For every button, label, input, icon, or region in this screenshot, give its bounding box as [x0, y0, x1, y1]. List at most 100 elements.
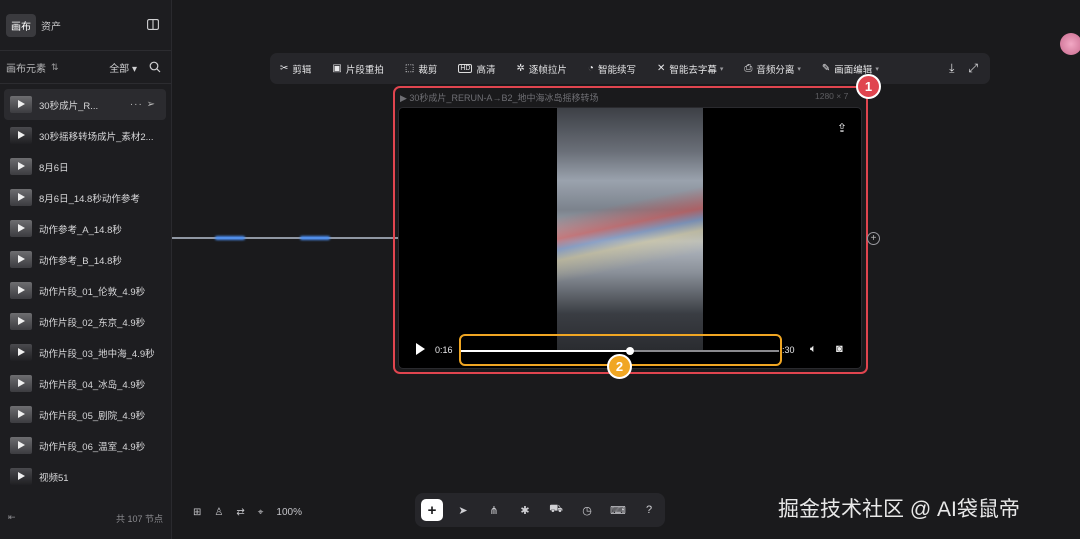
list-item[interactable]: 30秒成片_R... ··· ➢ [4, 89, 166, 120]
chevron-down-icon: ▾ [797, 65, 801, 73]
item-actions[interactable]: ··· ➢ [130, 99, 156, 110]
tool-label: 逐帧拉片 [528, 64, 567, 76]
item-label: 动作片段_01_伦敦_4.9秒 [39, 286, 146, 298]
tool-label: 片段重拍 [345, 64, 384, 76]
pin-icon[interactable]: ⌖ [258, 507, 264, 518]
divider [0, 83, 171, 84]
list-item[interactable]: 动作片段_06_温室_4.9秒 [0, 430, 172, 461]
canvas-controls: ⊞ ♙ ⇄ ⌖ 100% [193, 507, 302, 518]
tool-hd[interactable]: HD 高清 [458, 62, 495, 76]
shapes-icon[interactable]: ✱ [514, 499, 536, 521]
item-label: 动作参考_A_14.8秒 [39, 224, 122, 236]
video-thumbnail [10, 406, 32, 423]
list-item[interactable]: 动作片段_01_伦敦_4.9秒 [0, 275, 172, 306]
item-label: 30秒摇移转场成片_素材2... [39, 131, 154, 143]
tab-canvas[interactable]: 画布 [6, 13, 36, 37]
tool-cut[interactable]: ✂ 剪辑 [280, 62, 311, 76]
filter-all-label: 全部 [109, 63, 130, 75]
crop-icon: ⬚ [404, 63, 415, 74]
item-label: 8月6日 [39, 162, 69, 174]
annotation-badge-1: 1 [856, 74, 881, 99]
list-item[interactable]: 动作片段_04_冰岛_4.9秒 [0, 368, 172, 399]
item-label: 动作片段_04_冰岛_4.9秒 [39, 379, 146, 391]
list-item[interactable]: 动作片段_03_地中海_4.9秒 [0, 337, 172, 368]
canvas-toolbar: + ➤ ⋔ ✱ ⛟ ◷ ⌨ ? [415, 493, 665, 527]
zoom-level[interactable]: 100% [276, 507, 302, 518]
list-item[interactable]: 视频51 [0, 461, 172, 492]
list-item[interactable]: 动作参考_A_14.8秒 [0, 213, 172, 244]
more-icon[interactable]: ··· [130, 99, 143, 110]
list-item[interactable]: 动作参考_B_14.8秒 [0, 244, 172, 275]
sort-icon[interactable]: ⇅ [51, 62, 59, 73]
video-thumbnail [10, 158, 32, 175]
item-label: 动作片段_06_温室_4.9秒 [39, 441, 146, 453]
tool-audio-separate[interactable]: ⎙ 音频分离 ▾ [744, 62, 801, 76]
item-label: 动作片段_02_东京_4.9秒 [39, 317, 146, 329]
tool-label: 智能去字幕 [669, 64, 717, 76]
sidebar-tabs: 画布 资产 [0, 0, 171, 50]
user-icon[interactable]: ♙ [214, 507, 223, 518]
collapse-sidebar-icon[interactable]: ⇤ [8, 512, 16, 525]
add-node-handle[interactable]: + [867, 232, 880, 245]
video-thumbnail [10, 313, 32, 330]
book-icon[interactable] [147, 19, 159, 30]
add-icon[interactable]: + [421, 499, 443, 521]
sidebar: 画布 资产 画布元素 ⇅ 全部 ▾ 30秒成片_R... ··· ➢ 30秒摇移… [0, 0, 172, 539]
filter-label: 画布元素 [6, 63, 46, 75]
tool-remove-subtitle[interactable]: ✕ 智能去字幕 ▾ [657, 62, 723, 76]
edit-icon: ✎ [821, 63, 831, 74]
watermark: 掘金技术社区 @ AI袋鼠帝 [778, 498, 1020, 521]
subtitle-icon: ✕ [656, 63, 666, 74]
grid-icon[interactable]: ⊞ [193, 507, 201, 518]
select-cursor-icon[interactable]: ➤ [452, 499, 474, 521]
connector-flow [300, 236, 330, 240]
video-thumbnail [10, 220, 32, 237]
audio-icon: ⎙ [744, 63, 753, 74]
chevron-down-icon: ▾ [719, 65, 724, 73]
clock-icon[interactable]: ◷ [576, 499, 598, 521]
help-icon[interactable]: ? [638, 499, 660, 521]
frame-icon: ✲ [516, 63, 525, 74]
list-item[interactable]: 8月6日 [0, 151, 172, 182]
video-thumbnail [10, 251, 32, 268]
send-icon[interactable]: ➢ [147, 99, 156, 110]
tab-assets[interactable]: 资产 [36, 14, 66, 37]
continue-icon: ◔ [587, 63, 594, 74]
video-thumbnail [10, 96, 32, 113]
avatar[interactable] [1060, 33, 1080, 55]
list-item[interactable]: 8月6日_14.8秒动作参考 [0, 182, 172, 213]
swap-icon[interactable]: ⇄ [236, 507, 244, 518]
element-list: 30秒成片_R... ··· ➢ 30秒摇移转场成片_素材2... 8月6日 8… [0, 89, 172, 492]
tool-label: 音频分离 [756, 64, 795, 76]
video-thumbnail [10, 344, 32, 361]
share-nodes-icon[interactable]: ⋔ [483, 499, 505, 521]
video-thumbnail [10, 189, 32, 206]
tool-label: 高清 [476, 64, 496, 76]
tool-crop[interactable]: ⬚ 裁剪 [405, 62, 437, 76]
toolbar-right: ⤓ ⤢ [949, 61, 978, 76]
list-item[interactable]: 动作片段_05_剧院_4.9秒 [0, 399, 172, 430]
item-label: 动作片段_03_地中海_4.9秒 [39, 348, 155, 360]
tool-smart-continue[interactable]: ◔ 智能续写 [588, 62, 636, 76]
video-thumbnail [10, 437, 32, 454]
list-item[interactable]: 动作片段_02_东京_4.9秒 [0, 306, 172, 337]
tool-frame-by-frame[interactable]: ✲ 逐帧拉片 [516, 62, 566, 76]
sidebar-footer: ⇤ 共 107 节点 [8, 512, 163, 525]
item-label: 视频51 [39, 472, 69, 484]
fullscreen-icon[interactable]: ⤢ [968, 61, 978, 76]
download-icon[interactable]: ⤓ [949, 61, 954, 76]
item-label: 30秒成片_R... [39, 100, 99, 112]
search-icon[interactable] [149, 61, 161, 73]
video-thumbnail [10, 282, 32, 299]
tool-segment-reshoot[interactable]: ▣ 片段重拍 [332, 62, 383, 76]
video-thumbnail [10, 375, 32, 392]
vehicle-icon[interactable]: ⛟ [545, 499, 567, 521]
list-item[interactable]: 30秒摇移转场成片_素材2... [0, 120, 172, 151]
keyboard-icon[interactable]: ⌨ [607, 499, 629, 521]
tool-label: 裁剪 [418, 64, 438, 76]
hd-icon: HD [458, 64, 473, 73]
item-label: 动作片段_05_剧院_4.9秒 [39, 410, 146, 422]
tool-label: 剪辑 [292, 64, 312, 76]
filter-dropdown[interactable]: 全部 ▾ [109, 60, 137, 75]
tool-label: 智能续写 [597, 64, 636, 76]
